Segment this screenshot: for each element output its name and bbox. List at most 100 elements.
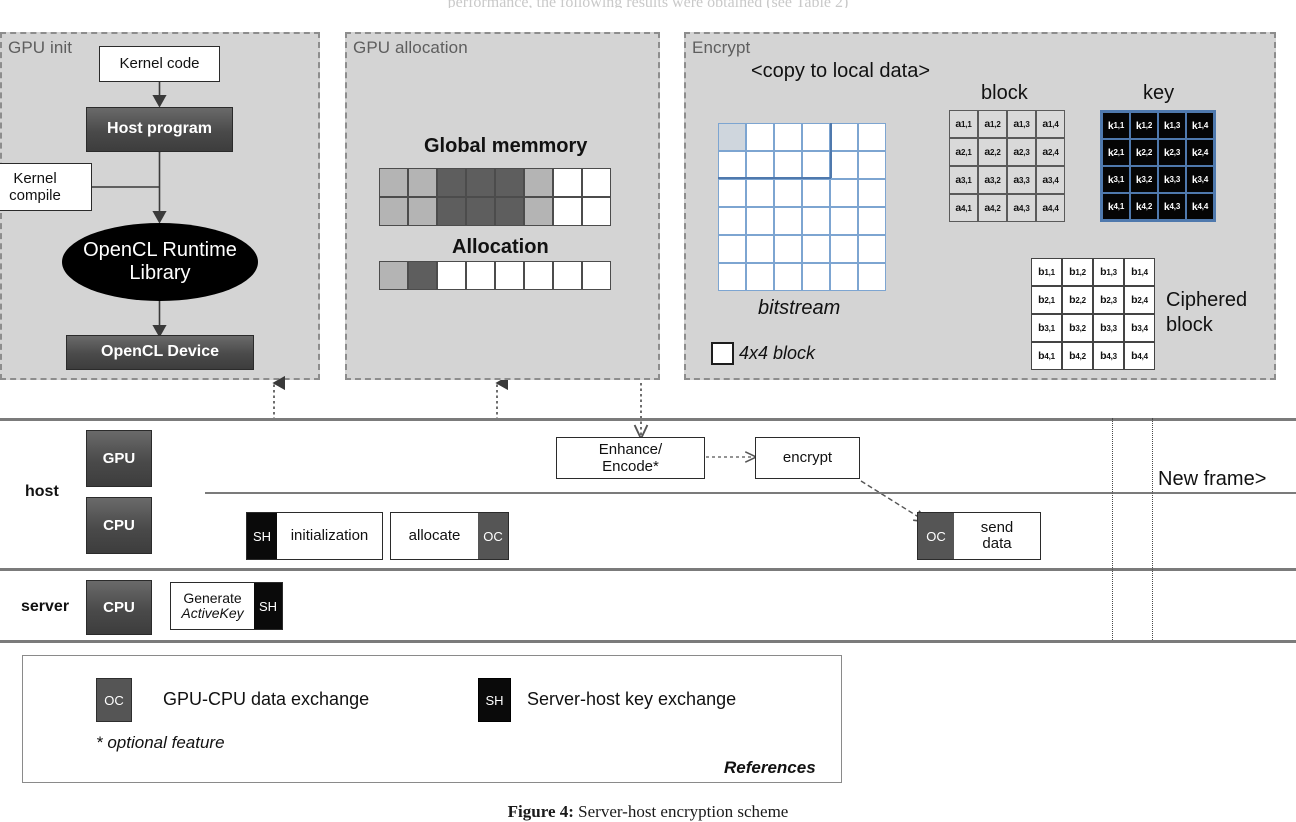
bitstream-cell [746, 207, 774, 235]
kernel-compile-label: Kernel compile [9, 169, 61, 204]
bitstream-cell [774, 123, 802, 151]
matrix-cell: a 1,2 [978, 110, 1007, 138]
opencl-runtime-library-label: OpenCL Runtime Library [83, 239, 237, 284]
memory-cell [408, 261, 437, 290]
bitstream-cell [858, 123, 886, 151]
legend-sh-text: Server-host key exchange [527, 689, 736, 710]
matrix-cell: k 2,1 [1102, 139, 1130, 166]
matrix-cell: a 2,1 [949, 138, 978, 166]
matrix-cell: a 2,2 [978, 138, 1007, 166]
bitstream-cell [802, 151, 830, 179]
kernel-code-box: Kernel code [99, 46, 220, 82]
send-data-label: send data [980, 518, 1014, 552]
enhance-encode-label: Enhance/ Encode* [598, 440, 663, 475]
matrix-cell: k 1,2 [1130, 112, 1158, 139]
bitstream-cell [802, 207, 830, 235]
matrix-cell: b 1,2 [1062, 258, 1093, 286]
bitstream-cell [802, 123, 830, 151]
generate-activekey-text: Generate ActiveKey [171, 583, 254, 629]
opencl-device-label: OpenCL Device [101, 343, 219, 361]
host-program-box: Host program [86, 107, 233, 152]
bitstream-cell [830, 207, 858, 235]
bitstream-cell [718, 123, 746, 151]
matrix-cell: a 1,1 [949, 110, 978, 138]
matrix-cell: b 4,1 [1031, 342, 1062, 370]
encrypt-block: encrypt [755, 437, 860, 479]
bitstream-cell [830, 179, 858, 207]
bitstream-cell [802, 235, 830, 263]
matrix-cell: k 2,4 [1186, 139, 1214, 166]
memory-cell [553, 261, 582, 290]
global-memory-label: Global memmory [424, 135, 588, 157]
copy-to-local-data-label: <copy to local data> [749, 60, 933, 83]
matrix-cell: a 4,2 [978, 194, 1007, 222]
matrix-cell: b 1,1 [1031, 258, 1062, 286]
memory-cell [553, 168, 582, 197]
kernel-compile-box: Kernel compile [0, 163, 92, 211]
memory-cell [466, 197, 495, 226]
initialization-segment: SH initialization [246, 512, 383, 560]
matrix-cell: k 2,2 [1130, 139, 1158, 166]
panel-encrypt-title: Encrypt [692, 38, 751, 57]
matrix-cell: k 1,1 [1102, 112, 1130, 139]
panel-gpu-allocation-title: GPU allocation [353, 38, 468, 57]
matrix-cell: k 2,3 [1158, 139, 1186, 166]
legend-optional-feature: * optional feature [96, 733, 225, 752]
new-frame-label: New frame> [1158, 468, 1267, 490]
matrix-cell: a 2,3 [1007, 138, 1036, 166]
bitstream-cell [858, 263, 886, 291]
frame-separator-2 [1152, 418, 1153, 640]
memory-cell [582, 261, 611, 290]
enhance-encode-block: Enhance/ Encode* [556, 437, 705, 479]
matrix-cell: b 4,3 [1093, 342, 1124, 370]
timeline-host-server-rule [0, 568, 1296, 571]
matrix-cell: k 4,1 [1102, 193, 1130, 220]
frame-separator-1 [1112, 418, 1113, 640]
server-cpu-block: CPU [86, 580, 152, 635]
host-row-label: host [25, 483, 59, 500]
generate-activekey-segment: Generate ActiveKey SH [170, 582, 283, 630]
matrix-cell: k 4,2 [1130, 193, 1158, 220]
activekey-label: ActiveKey [181, 605, 244, 621]
server-row-label: server [21, 598, 70, 615]
references-legend-box [22, 655, 842, 783]
memory-cell [524, 168, 553, 197]
bitstream-label: bitstream [758, 297, 841, 319]
memory-cell [466, 168, 495, 197]
memory-cell [582, 168, 611, 197]
bitstream-cell [774, 207, 802, 235]
allocation-label: Allocation [452, 236, 549, 258]
matrix-cell: k 1,3 [1158, 112, 1186, 139]
memory-cell [437, 197, 466, 226]
timeline-top-rule [0, 418, 1296, 421]
legend-4x4-label: 4x4 block [739, 343, 816, 363]
memory-cell [437, 261, 466, 290]
matrix-cell: b 3,3 [1093, 314, 1124, 342]
matrix-cell: a 1,4 [1036, 110, 1065, 138]
bitstream-cell [830, 263, 858, 291]
matrix-cell: a 3,3 [1007, 166, 1036, 194]
matrix-cell: k 1,4 [1186, 112, 1214, 139]
matrix-cell: b 1,3 [1093, 258, 1124, 286]
matrix-cell: a 4,1 [949, 194, 978, 222]
oc-tag-allocate: OC [478, 513, 508, 559]
bitstream-cell [830, 123, 858, 151]
figure-caption-text: Server-host encryption scheme [573, 802, 789, 821]
matrix-cell: b 4,4 [1124, 342, 1155, 370]
memory-cell [379, 168, 408, 197]
host-gpu-block: GPU [86, 430, 152, 487]
matrix-cell: b 2,4 [1124, 286, 1155, 314]
host-cpu-label: CPU [103, 516, 135, 534]
top-bleed-text: performance, the following results were … [0, 0, 1296, 8]
sh-tag-initialization: SH [247, 513, 277, 559]
matrix-cell: k 3,4 [1186, 166, 1214, 193]
bitstream-cell [858, 235, 886, 263]
ciphered-block-label: Ciphered block [1166, 289, 1248, 336]
bitstream-cell [746, 235, 774, 263]
matrix-cell: k 3,2 [1130, 166, 1158, 193]
figure-canvas: performance, the following results were … [0, 0, 1296, 821]
panel-gpu-init-title: GPU init [8, 38, 73, 57]
matrix-cell: b 2,2 [1062, 286, 1093, 314]
bitstream-cell [718, 263, 746, 291]
matrix-cell: b 2,3 [1093, 286, 1124, 314]
